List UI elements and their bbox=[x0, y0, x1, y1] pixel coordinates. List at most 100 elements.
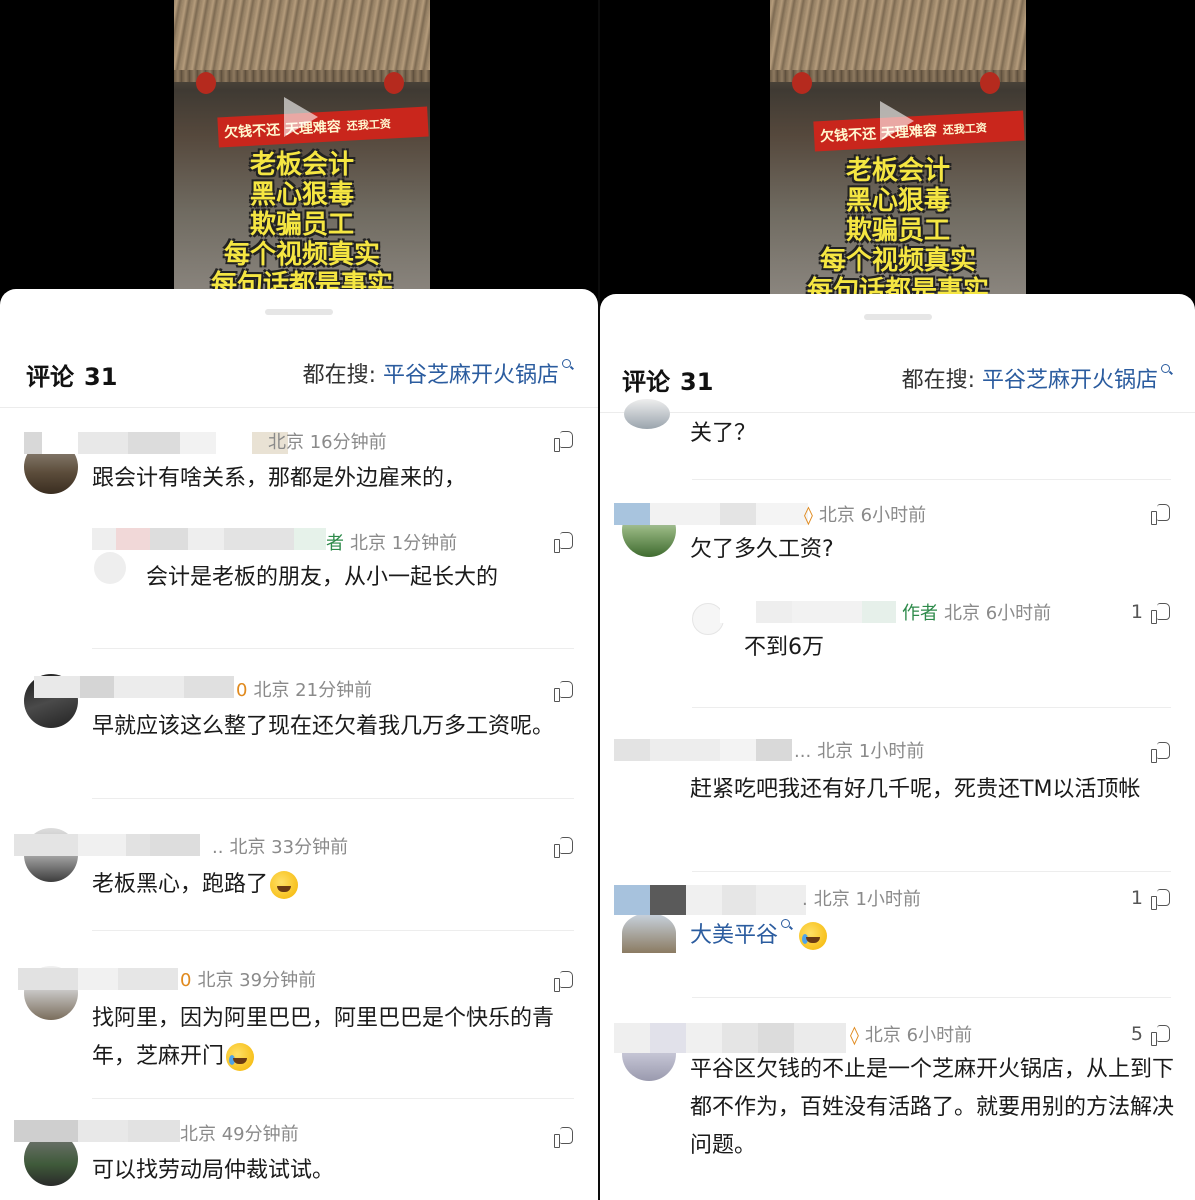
like-button[interactable]: 5 bbox=[1130, 1023, 1173, 1046]
reply-username-blurred[interactable] bbox=[92, 528, 326, 550]
hashtag-link[interactable]: 大美平谷 bbox=[690, 923, 778, 948]
play-icon[interactable] bbox=[880, 101, 914, 141]
reply-avatar[interactable] bbox=[624, 399, 670, 429]
search-icon[interactable] bbox=[1161, 364, 1173, 376]
search-icon[interactable] bbox=[781, 919, 793, 931]
like-button[interactable] bbox=[1151, 503, 1173, 525]
banner-small-text: 还我工资 bbox=[346, 117, 392, 133]
search-term-link[interactable]: 平谷芝麻开火锅店 bbox=[982, 368, 1158, 393]
comment-meta: 北京 49分钟前 bbox=[180, 1124, 299, 1145]
laugh-cry-emoji-icon bbox=[226, 1043, 255, 1071]
like-count: 1 bbox=[1130, 887, 1143, 909]
like-count: 5 bbox=[1130, 1023, 1143, 1045]
username-blurred[interactable] bbox=[34, 676, 234, 698]
comment-item: . 北京 1小时前 1 大美平谷 bbox=[600, 873, 1195, 999]
video-player[interactable]: 欠钱不还 天理难容 还我工资 老板会计 黑心狠毒 欺骗员工 每个视频真实 每句话… bbox=[770, 0, 1026, 300]
thumbs-up-icon[interactable] bbox=[554, 430, 576, 452]
banner-small-text: 还我工资 bbox=[942, 121, 988, 137]
search-prefix: 都在搜: bbox=[302, 363, 376, 388]
comment-header: 评论 31 都在搜: 平谷芝麻开火锅店 bbox=[0, 341, 598, 407]
comment-item: ◊ 北京 6小时前 欠了多久工资? 作者 北京 6小时前 1 不到6万 bbox=[600, 479, 1195, 709]
like-button[interactable]: 1 bbox=[1130, 887, 1173, 910]
comment-sheet: 评论 31 都在搜: 平谷芝麻开火锅店 北京 16分钟前 跟会计有啥关系，那都是外… bbox=[0, 289, 598, 1200]
badge-icon: ◊ bbox=[850, 1025, 859, 1046]
lantern bbox=[980, 72, 1000, 94]
video-caption-line: 欺骗员工 bbox=[249, 210, 354, 240]
comment-text: 平谷区欠钱的不止是一个芝麻开火锅店，从上到下都不作为，百姓没有活路了。就要用别的… bbox=[690, 1057, 1175, 1158]
video-caption-line: 每个视频真实 bbox=[819, 246, 976, 276]
video-caption-line: 老板会计 bbox=[845, 156, 950, 186]
username-blurred[interactable] bbox=[24, 432, 288, 454]
comment-count: 评论 31 bbox=[26, 357, 117, 392]
reply-username-blurred[interactable] bbox=[720, 601, 896, 623]
thumbs-up-icon[interactable] bbox=[1151, 602, 1173, 624]
like-button[interactable] bbox=[554, 1126, 576, 1148]
username-blurred[interactable] bbox=[18, 968, 178, 990]
divider bbox=[692, 707, 1171, 708]
reply-meta: 作者 北京 6小时前 bbox=[902, 599, 1051, 625]
like-button[interactable] bbox=[1151, 741, 1173, 763]
username-blurred[interactable] bbox=[14, 1120, 180, 1142]
right-screenshot-panel: 欠钱不还 天理难容 还我工资 老板会计 黑心狠毒 欺骗员工 每个视频真实 每句话… bbox=[600, 0, 1195, 1200]
like-button[interactable] bbox=[554, 836, 576, 858]
username-ellipsis: .. bbox=[212, 837, 224, 858]
username-blurred[interactable] bbox=[614, 1023, 846, 1053]
reply-time: 北京 6小时前 bbox=[944, 603, 1052, 624]
comment-item: 0 北京 39分钟前 找阿里，因为阿里巴巴，阿里巴巴是个快乐的青年，芝麻开门 bbox=[0, 932, 598, 1100]
video-roof bbox=[174, 0, 430, 78]
comment-text-body: 找阿里，因为阿里巴巴，阿里巴巴是个快乐的青年，芝麻开门 bbox=[92, 1006, 555, 1069]
sheet-handle[interactable] bbox=[863, 314, 932, 320]
trending-search[interactable]: 都在搜: 平谷芝麻开火锅店 bbox=[902, 362, 1173, 394]
badge-icon: ◊ bbox=[804, 505, 813, 526]
thumbs-up-icon[interactable] bbox=[554, 970, 576, 992]
reply-avatar[interactable] bbox=[94, 552, 126, 584]
thumbs-up-icon[interactable] bbox=[554, 836, 576, 858]
badge-icon: 0 bbox=[180, 970, 192, 991]
username-blurred[interactable] bbox=[14, 834, 200, 856]
comment-time: 北京 6小时前 bbox=[864, 1025, 973, 1046]
thumbs-up-icon[interactable] bbox=[1151, 503, 1173, 525]
like-button[interactable] bbox=[554, 970, 576, 992]
avatar[interactable] bbox=[622, 913, 676, 953]
username-blurred[interactable] bbox=[614, 885, 806, 915]
reply-text: 会计是老板的朋友，从小一起长大的 bbox=[146, 565, 499, 590]
comment-item: ... 北京 1小时前 赶紧吃吧我还有好几千呢，死贵还TM以活顶帐 bbox=[600, 709, 1195, 873]
thumbs-up-icon[interactable] bbox=[554, 680, 576, 702]
comment-meta: . 北京 1小时前 bbox=[802, 885, 921, 911]
like-button[interactable]: 1 bbox=[1130, 601, 1173, 624]
video-banner: 欠钱不还 天理难容 还我工资 bbox=[217, 106, 429, 148]
thumbs-up-icon[interactable] bbox=[554, 1126, 576, 1148]
username-blurred[interactable] bbox=[614, 503, 808, 525]
like-count: 1 bbox=[1130, 601, 1143, 623]
comment-meta: ◊ 北京 6小时前 bbox=[804, 501, 926, 527]
thumbs-up-icon[interactable] bbox=[554, 531, 576, 553]
video-caption-line: 欺骗员工 bbox=[845, 216, 950, 246]
like-button[interactable] bbox=[554, 531, 576, 553]
reply-text: 不到6万 bbox=[744, 635, 824, 660]
comment-time: 北京 6小时前 bbox=[818, 505, 927, 526]
thumbs-up-icon[interactable] bbox=[1151, 741, 1173, 763]
like-button[interactable] bbox=[554, 680, 576, 702]
search-term-link[interactable]: 平谷芝麻开火锅店 bbox=[383, 363, 559, 388]
comment-count: 评论 31 bbox=[622, 362, 713, 397]
thumbs-up-icon[interactable] bbox=[1151, 888, 1173, 910]
username-blurred[interactable] bbox=[614, 739, 792, 761]
comment-count-value: 31 bbox=[84, 363, 118, 391]
search-icon[interactable] bbox=[562, 359, 574, 371]
grin-emoji-icon bbox=[270, 871, 299, 899]
comment-text[interactable]: 大美平谷 bbox=[690, 917, 1170, 955]
trending-search[interactable]: 都在搜: 平谷芝麻开火锅店 bbox=[303, 357, 574, 389]
thumbs-up-icon[interactable] bbox=[1151, 1024, 1173, 1046]
reply-meta: 者北京 1分钟前 bbox=[326, 529, 457, 555]
comment-text: 老板黑心，跑路了 bbox=[92, 866, 572, 904]
play-icon[interactable] bbox=[284, 97, 318, 137]
comment-meta: ◊ 北京 6小时前 bbox=[850, 1021, 972, 1047]
comment-time: 北京 1小时前 bbox=[813, 889, 921, 910]
comment-item: 关了？ bbox=[600, 399, 1195, 479]
comment-meta: 0 北京 21分钟前 bbox=[236, 676, 372, 702]
search-prefix: 都在搜: bbox=[901, 368, 975, 393]
sheet-handle[interactable] bbox=[265, 309, 333, 315]
like-button[interactable] bbox=[554, 430, 576, 452]
video-player[interactable]: 欠钱不还 天理难容 还我工资 老板会计 黑心狠毒 欺骗员工 每个视频真实 每句话… bbox=[174, 0, 430, 300]
lantern bbox=[196, 72, 216, 94]
